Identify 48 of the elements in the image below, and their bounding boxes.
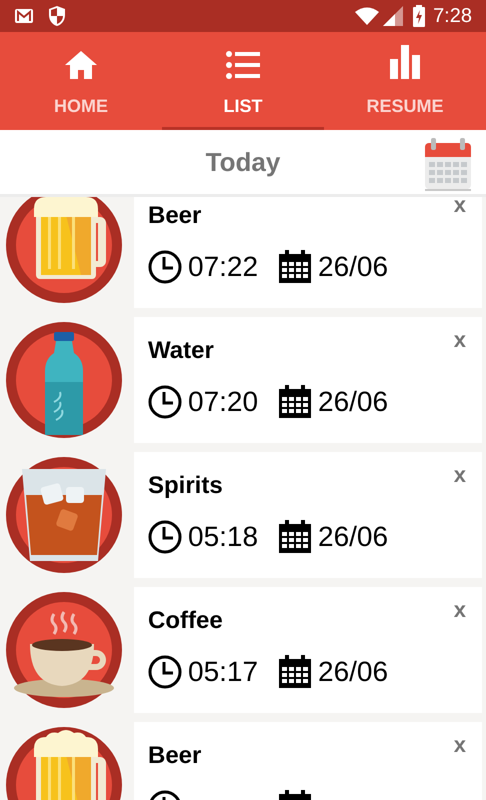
calendar-icon bbox=[278, 655, 312, 689]
home-icon bbox=[65, 51, 97, 79]
entry-card[interactable]: Spirits 05:18 26/06 x bbox=[134, 452, 482, 578]
list-icon bbox=[226, 51, 260, 79]
mail-icon bbox=[14, 8, 34, 24]
entry-time: 07:22 bbox=[188, 250, 260, 284]
clock-icon bbox=[148, 250, 182, 284]
entry-card[interactable]: Beer 07:22 26/06 x bbox=[134, 197, 482, 308]
calendar-icon bbox=[278, 250, 312, 284]
clock-icon bbox=[148, 385, 182, 419]
coffee-cup-icon bbox=[6, 592, 122, 708]
clock-icon bbox=[148, 655, 182, 689]
entry-time: 05:18 bbox=[188, 520, 260, 554]
delete-button[interactable]: x bbox=[454, 597, 466, 623]
entry-time: 05:17 bbox=[188, 655, 260, 689]
drink-name: Water bbox=[148, 336, 214, 366]
drink-name: Spirits bbox=[148, 471, 223, 501]
drink-name: Beer bbox=[148, 741, 202, 771]
date-title: Today bbox=[206, 146, 280, 178]
drink-name: Coffee bbox=[148, 606, 223, 636]
status-time: 7:28 bbox=[433, 4, 472, 29]
bar-chart-icon bbox=[390, 45, 420, 79]
entry-date: 26/06 bbox=[318, 655, 388, 689]
clock-icon bbox=[148, 520, 182, 554]
entry-card[interactable]: Beer x bbox=[134, 722, 482, 800]
beer-mug-icon bbox=[6, 197, 122, 303]
delete-button[interactable]: x bbox=[454, 732, 466, 758]
entry-card[interactable]: Water 07:20 26/06 x bbox=[134, 317, 482, 443]
calendar-icon[interactable] bbox=[424, 137, 472, 191]
entry-time: 07:20 bbox=[188, 385, 260, 419]
calendar-icon bbox=[278, 520, 312, 554]
drink-name: Beer bbox=[148, 201, 202, 231]
battery-icon bbox=[413, 5, 426, 27]
delete-button[interactable]: x bbox=[454, 327, 466, 353]
shield-icon bbox=[48, 5, 66, 27]
entry-date: 26/06 bbox=[318, 385, 388, 419]
delete-button[interactable]: x bbox=[454, 197, 466, 218]
tab[interactable]: RESUME bbox=[324, 32, 486, 130]
whiskey-glass-icon bbox=[6, 457, 122, 573]
tab[interactable]: HOME bbox=[0, 32, 162, 130]
delete-button[interactable]: x bbox=[454, 462, 466, 488]
calendar-icon bbox=[278, 385, 312, 419]
entry-date: 26/06 bbox=[318, 250, 388, 284]
wifi-icon bbox=[355, 7, 380, 25]
entry-card[interactable]: Coffee 05:17 26/06 x bbox=[134, 587, 482, 713]
signal-icon bbox=[383, 6, 404, 26]
entry-date: 26/06 bbox=[318, 520, 388, 554]
water-bottle-icon bbox=[6, 322, 122, 438]
